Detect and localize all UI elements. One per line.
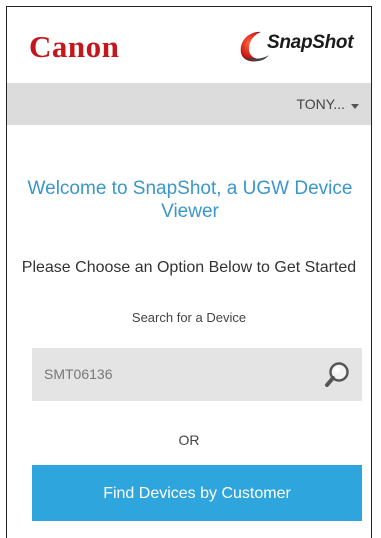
search-label: Search for a Device [131, 310, 247, 325]
or-divider-text: OR [178, 432, 200, 448]
header: Canon SnapShot [7, 7, 371, 83]
user-menu[interactable]: TONY... [296, 96, 359, 112]
magnifier-icon[interactable] [322, 360, 352, 390]
canon-logo: Canon [29, 29, 120, 64]
chevron-down-icon [351, 103, 359, 109]
snapshot-logo: SnapShot [233, 23, 367, 67]
welcome-heading: Welcome to SnapShot, a UGW Device Viewer [27, 178, 353, 222]
find-devices-by-customer-button[interactable]: Find Devices by Customer [32, 465, 362, 521]
user-name: TONY... [296, 96, 345, 112]
app-frame: Canon SnapShot TONY... Welcome to SnapSh… [6, 6, 372, 538]
user-bar: TONY... [7, 83, 371, 125]
device-search-box [32, 348, 362, 401]
snapshot-logo-text: SnapShot [267, 32, 354, 53]
device-search-input[interactable] [44, 364, 314, 384]
instruction-text: Please Choose an Option Below to Get Sta… [21, 259, 357, 276]
